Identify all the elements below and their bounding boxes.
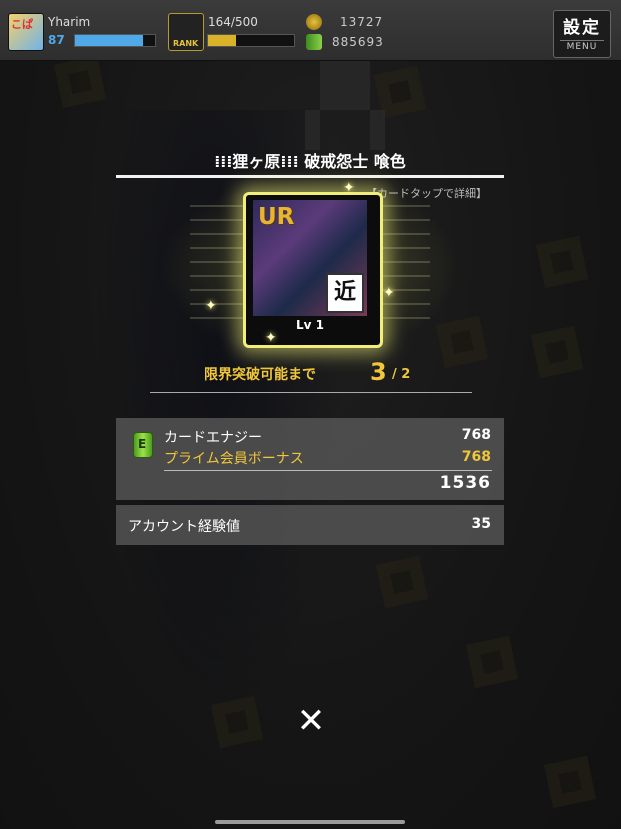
settings-menu-button[interactable]: 設定 MENU: [553, 10, 611, 58]
card-title: ⁞⁞⁞狸ヶ原⁞⁞⁞ 破戒怨士 喰色: [214, 152, 406, 171]
stamina-bar: [207, 34, 295, 47]
energy-total: 1536: [439, 473, 491, 493]
energy-can-icon: E: [133, 432, 153, 458]
card-energy-value: 768: [461, 427, 491, 443]
stamina-bar-fill: [208, 35, 237, 46]
prime-bonus-label: プライム会員ボーナス: [164, 451, 304, 467]
limit-divider: [150, 392, 472, 393]
settings-kanji: 設定: [563, 18, 601, 38]
stamina-value: 164/500: [208, 15, 258, 29]
rank-icon: RANK: [168, 13, 204, 51]
account-exp-value: 35: [471, 516, 491, 532]
player-level: 87: [48, 33, 65, 47]
player-avatar[interactable]: こぱ: [8, 13, 44, 51]
card-type-badge: 近: [326, 273, 364, 313]
avatar-text: こぱ: [11, 18, 33, 31]
exp-bar: [74, 34, 156, 47]
menu-label: MENU: [560, 40, 604, 52]
card-energy-label: カードエナジー: [164, 430, 262, 446]
top-hud: こぱ Yharim 87 RANK 164/500 13727 885693 設…: [0, 0, 621, 61]
coin-icon: [306, 14, 322, 30]
coin-amount: 13727: [340, 15, 384, 29]
sparkle-icon: ✦: [383, 285, 395, 301]
rarity-badge: UR: [258, 204, 295, 230]
energy-icon-letter: E: [138, 437, 147, 451]
limit-break-label: 限界突破可能まで: [204, 367, 316, 383]
prime-bonus-value: 768: [461, 449, 491, 465]
player-name: Yharim: [48, 15, 91, 29]
sparkle-icon: ✦: [205, 298, 217, 314]
energy-amount: 885693: [332, 35, 384, 49]
sparkle-icon: ✦: [343, 180, 355, 196]
limit-break-max: / 2: [392, 367, 411, 382]
energy-currency-icon: [306, 34, 322, 50]
energy-divider: [164, 470, 492, 471]
close-icon[interactable]: ✕: [293, 703, 329, 739]
sparkle-icon: ✦: [265, 330, 277, 346]
rank-label: RANK: [173, 39, 199, 48]
exp-bar-fill: [75, 35, 143, 46]
account-exp-label: アカウント経験値: [128, 519, 240, 535]
home-indicator[interactable]: [215, 820, 405, 824]
limit-break-current: 3: [370, 358, 387, 386]
